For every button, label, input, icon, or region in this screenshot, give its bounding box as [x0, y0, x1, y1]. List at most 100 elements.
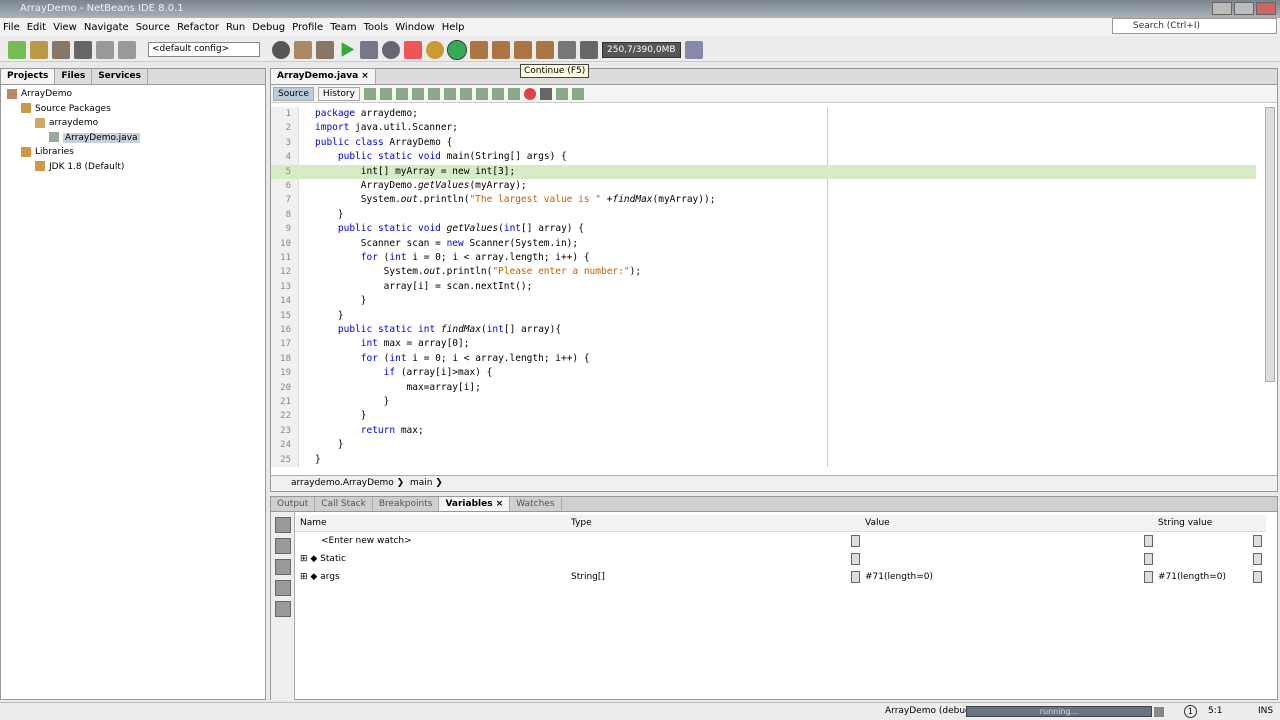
- menu-refactor[interactable]: Refactor: [177, 22, 219, 33]
- debug-project-icon[interactable]: [360, 40, 378, 59]
- tab-services[interactable]: Services: [92, 69, 148, 84]
- tree-item[interactable]: ArrayDemo: [1, 87, 265, 102]
- menu-tools[interactable]: Tools: [364, 22, 389, 33]
- forward-icon[interactable]: [395, 87, 408, 100]
- source-button[interactable]: Source: [273, 86, 314, 101]
- menu-window[interactable]: Window: [395, 22, 434, 33]
- step-over-icon[interactable]: [470, 40, 488, 59]
- open-project-icon[interactable]: [52, 40, 70, 59]
- progress-bar[interactable]: running...: [966, 706, 1152, 717]
- column-type[interactable]: Type: [571, 515, 592, 532]
- value-editor-button[interactable]: [851, 571, 860, 583]
- pause-icon[interactable]: [426, 40, 444, 59]
- garbage-collect-icon[interactable]: [684, 40, 703, 59]
- tree-item[interactable]: ArrayDemo.java: [1, 131, 265, 146]
- column-value[interactable]: Value: [865, 515, 890, 532]
- string-editor-button[interactable]: [1144, 553, 1153, 565]
- variable-row[interactable]: ⊞ ◆ Static: [296, 551, 1266, 568]
- step-out-icon[interactable]: [514, 40, 532, 59]
- save-all-icon[interactable]: [74, 40, 92, 59]
- menu-edit[interactable]: Edit: [27, 22, 46, 33]
- tab-watches[interactable]: Watches: [510, 497, 562, 511]
- tab-variables[interactable]: Variables ×: [439, 497, 511, 511]
- find-icon[interactable]: [411, 87, 424, 100]
- menu-source[interactable]: Source: [136, 22, 170, 33]
- more-button[interactable]: [1253, 535, 1262, 547]
- shift-right-icon[interactable]: [507, 87, 520, 100]
- filter-icon[interactable]: [275, 601, 291, 617]
- step-into-icon[interactable]: [492, 40, 510, 59]
- variable-row[interactable]: ⊞ ◆ args String[] #71(length=0) #71(length=…: [296, 569, 1266, 586]
- tree-item[interactable]: Libraries: [1, 145, 265, 160]
- take-snapshot-icon[interactable]: [580, 40, 598, 59]
- new-file-icon[interactable]: [8, 40, 26, 59]
- last-edit-icon[interactable]: [363, 87, 376, 100]
- tree-item[interactable]: JDK 1.8 (Default): [1, 160, 265, 175]
- tree-item[interactable]: Source Packages: [1, 102, 265, 117]
- run-icon[interactable]: [341, 42, 355, 57]
- build-icon[interactable]: [294, 40, 312, 59]
- shift-left-icon[interactable]: [491, 87, 504, 100]
- tab-arraydemo-java[interactable]: ArrayDemo.java ×: [271, 69, 376, 84]
- apply-changes-icon[interactable]: [558, 40, 576, 59]
- memory-indicator[interactable]: 250,7/390,0MB: [602, 41, 681, 58]
- watch-options-icon[interactable]: [275, 538, 291, 554]
- code-area[interactable]: 1 package arraydemo; 2 import java.util.Sca…: [271, 107, 1256, 467]
- config-select[interactable]: <default config>: [148, 42, 260, 57]
- menu-debug[interactable]: Debug: [252, 22, 285, 33]
- new-project-icon[interactable]: [30, 40, 48, 59]
- breakpoint-icon[interactable]: [275, 559, 291, 575]
- stop-macro-icon[interactable]: [539, 87, 552, 100]
- string-editor-button[interactable]: [1144, 571, 1153, 583]
- find-previous-icon[interactable]: [427, 87, 440, 100]
- notifications-icon[interactable]: 1: [1184, 705, 1197, 718]
- record-macro-icon[interactable]: [523, 87, 536, 100]
- tab-files[interactable]: Files: [55, 69, 93, 84]
- comment-icon[interactable]: [555, 87, 568, 100]
- redo-icon[interactable]: [118, 40, 136, 59]
- close-button[interactable]: [1256, 2, 1276, 15]
- menu-view[interactable]: View: [53, 22, 77, 33]
- string-editor-button[interactable]: [1144, 535, 1153, 547]
- more-button[interactable]: [1253, 553, 1262, 565]
- toggle-highlight-icon[interactable]: [459, 87, 472, 100]
- grid-icon[interactable]: [275, 580, 291, 596]
- new-watch-icon[interactable]: [275, 517, 291, 533]
- history-button[interactable]: History: [317, 86, 360, 101]
- menu-team[interactable]: Team: [330, 22, 356, 33]
- tab-projects[interactable]: Projects: [1, 69, 56, 84]
- back-icon[interactable]: [379, 87, 392, 100]
- run-to-cursor-icon[interactable]: [536, 40, 554, 59]
- continue-icon[interactable]: [447, 39, 467, 60]
- more-button[interactable]: [1253, 571, 1262, 583]
- column-name[interactable]: Name: [300, 515, 327, 532]
- minimize-button[interactable]: [1212, 2, 1232, 15]
- globe-icon[interactable]: [272, 40, 290, 59]
- uncomment-icon[interactable]: [571, 87, 584, 100]
- menu-navigate[interactable]: Navigate: [84, 22, 129, 33]
- tab-output[interactable]: Output: [271, 497, 316, 511]
- clean-build-icon[interactable]: [316, 40, 334, 59]
- menu-help[interactable]: Help: [442, 22, 465, 33]
- editor-scrollbar[interactable]: [1265, 107, 1275, 382]
- tab-call-stack[interactable]: Call Stack: [315, 497, 373, 511]
- tree-item[interactable]: arraydemo: [1, 116, 265, 131]
- maximize-button[interactable]: [1234, 2, 1254, 15]
- undo-icon[interactable]: [96, 40, 114, 59]
- breadcrumb-method[interactable]: main: [410, 478, 433, 488]
- column-string-value[interactable]: String value: [1158, 515, 1212, 532]
- variable-row[interactable]: <Enter new watch>: [296, 533, 1266, 550]
- finish-debug-icon[interactable]: [404, 40, 422, 59]
- value-editor-button[interactable]: [851, 535, 860, 547]
- menu-file[interactable]: File: [3, 22, 20, 33]
- menu-profile[interactable]: Profile: [292, 22, 323, 33]
- cancel-task-icon[interactable]: [1154, 707, 1164, 717]
- tab-breakpoints[interactable]: Breakpoints: [373, 497, 440, 511]
- profile-icon[interactable]: [382, 40, 400, 59]
- value-editor-button[interactable]: [851, 553, 860, 565]
- bookmark-icon[interactable]: [475, 87, 488, 100]
- menu-run[interactable]: Run: [226, 22, 245, 33]
- search-input[interactable]: Search (Ctrl+I): [1112, 18, 1277, 34]
- breadcrumb-class[interactable]: arraydemo.ArrayDemo: [291, 478, 394, 488]
- find-next-icon[interactable]: [443, 87, 456, 100]
